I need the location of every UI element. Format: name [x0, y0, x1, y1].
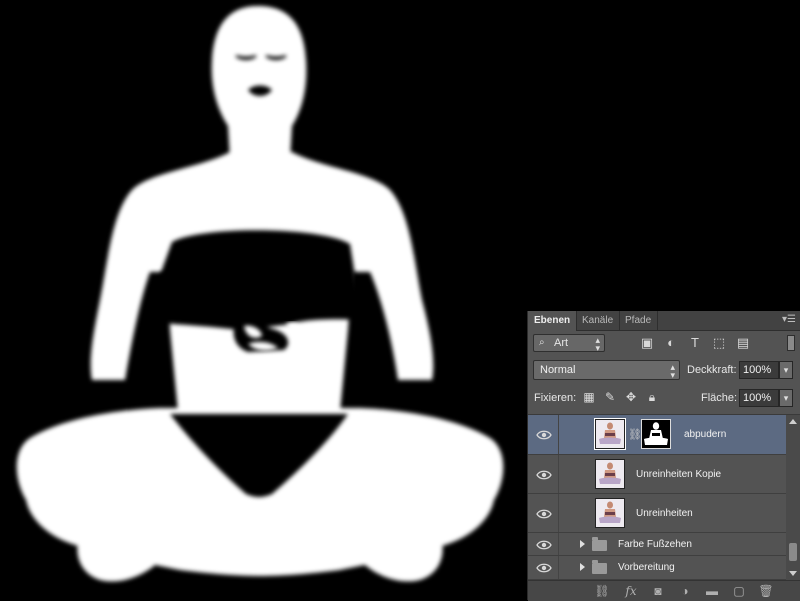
group-name[interactable]: Vorbereitung: [618, 562, 675, 573]
visibility-column-divider: [558, 533, 559, 555]
filter-kind-select[interactable]: ⌕ Art ▴ ▾: [533, 334, 605, 353]
new-group-icon[interactable]: ▬: [704, 583, 720, 599]
layer-thumbnail[interactable]: [595, 498, 625, 528]
layers-panel: Ebenen Kanäle Pfade ▾☰ ⌕ Art ▴ ▾ ▣ ◐ T ⬚ …: [527, 311, 800, 601]
lock-label: Fixieren:: [534, 392, 577, 404]
lock-position-icon[interactable]: ✥: [624, 390, 638, 404]
scroll-down-arrow-icon[interactable]: [789, 571, 797, 576]
group-name[interactable]: Farbe Fußzehen: [618, 539, 692, 550]
expand-triangle-icon[interactable]: [580, 540, 585, 548]
expand-triangle-icon[interactable]: [580, 563, 585, 571]
visibility-column-divider: [558, 455, 559, 493]
visibility-column-divider: [558, 556, 559, 579]
fill-input[interactable]: 100%: [739, 389, 779, 407]
link-layers-icon[interactable]: ⛓: [594, 583, 610, 599]
blend-mode-select[interactable]: Normal ▴ ▾: [533, 360, 680, 380]
tab-kanaele[interactable]: Kanäle: [576, 311, 621, 330]
layer-mask-thumbnail[interactable]: [641, 419, 671, 449]
panel-menu-icon[interactable]: ▾☰: [782, 314, 796, 326]
filter-toggle-switch[interactable]: [787, 335, 795, 351]
scrollbar-thumb[interactable]: [789, 543, 797, 561]
opacity-input[interactable]: 100%: [739, 361, 779, 379]
search-icon: ⌕: [539, 337, 545, 348]
eye-icon[interactable]: [536, 429, 552, 441]
filter-kind-value: Art: [554, 337, 569, 349]
lock-all-icon[interactable]: 🔒︎: [645, 390, 659, 404]
eye-icon[interactable]: [536, 562, 552, 574]
text-layer-filter-icon[interactable]: T: [687, 335, 703, 351]
layer-name[interactable]: Unreinheiten Kopie: [636, 469, 721, 480]
fill-dropdown-button[interactable]: ▾: [779, 389, 793, 407]
filter-row: ⌕ Art ▴ ▾ ▣ ◐ T ⬚ ▤: [528, 333, 800, 357]
lock-image-pixels-icon[interactable]: ✎: [603, 390, 617, 404]
add-mask-icon[interactable]: ◙: [650, 583, 666, 599]
mask-link-icon[interactable]: ⛓: [628, 428, 642, 442]
adjustment-layer-filter-icon[interactable]: ◐: [663, 335, 679, 351]
adjustment-layer-icon[interactable]: ◑: [677, 583, 693, 599]
fx-icon[interactable]: fx: [623, 583, 639, 599]
layer-name[interactable]: Unreinheiten: [636, 508, 693, 519]
shape-layer-filter-icon[interactable]: ⬚: [711, 335, 727, 351]
tab-ebenen[interactable]: Ebenen: [528, 311, 578, 331]
layer-row-unreinheiten[interactable]: Unreinheiten: [528, 494, 786, 533]
eye-icon[interactable]: [536, 508, 552, 520]
blend-row: Normal ▴ ▾ Deckkraft: 100% ▾: [528, 360, 800, 382]
layer-thumbnail[interactable]: [594, 418, 626, 450]
new-layer-icon[interactable]: ▢: [731, 583, 747, 599]
layer-row-unreinheiten-kopie[interactable]: Unreinheiten Kopie: [528, 455, 786, 494]
pixel-layer-filter-icon[interactable]: ▣: [639, 335, 655, 351]
eye-icon[interactable]: [536, 469, 552, 481]
fill-label: Fläche:: [701, 392, 738, 404]
folder-icon: [592, 560, 607, 574]
opacity-dropdown-button[interactable]: ▾: [779, 361, 793, 379]
scroll-up-arrow-icon[interactable]: [789, 419, 797, 424]
eye-icon[interactable]: [536, 539, 552, 551]
updown-arrows-icon: ▴ ▾: [595, 335, 600, 353]
layer-thumbnail[interactable]: [595, 459, 625, 489]
opacity-label: Deckkraft:: [687, 364, 737, 376]
visibility-column-divider: [558, 494, 559, 532]
panel-bottom-toolbar: ⛓ fx ◙ ◑ ▬ ▢ 🗑︎: [528, 580, 800, 601]
updown-arrows-icon: ▴ ▾: [670, 362, 675, 380]
trash-icon[interactable]: 🗑︎: [758, 583, 774, 599]
folder-icon: [592, 537, 607, 551]
layer-list: ⛓ abpudern Unreinheiten Kopie Unreinheit…: [528, 415, 786, 580]
layer-name[interactable]: abpudern: [684, 429, 726, 440]
smart-object-filter-icon[interactable]: ▤: [735, 335, 751, 351]
lock-transparent-pixels-icon[interactable]: ▦: [582, 390, 596, 404]
visibility-column-divider: [558, 415, 559, 454]
layer-row-abpudern[interactable]: ⛓ abpudern: [528, 415, 786, 455]
layer-list-scrollbar[interactable]: [786, 415, 800, 580]
layer-group-farbe-fusszehen[interactable]: Farbe Fußzehen: [528, 533, 786, 556]
layer-group-vorbereitung[interactable]: Vorbereitung: [528, 556, 786, 580]
blend-mode-value: Normal: [540, 364, 576, 376]
panel-tabbar: Ebenen Kanäle Pfade ▾☰: [528, 311, 800, 331]
lock-row: Fixieren: ▦ ✎ ✥ 🔒︎ Fläche: 100% ▾: [528, 388, 800, 410]
tab-pfade[interactable]: Pfade: [619, 311, 659, 330]
